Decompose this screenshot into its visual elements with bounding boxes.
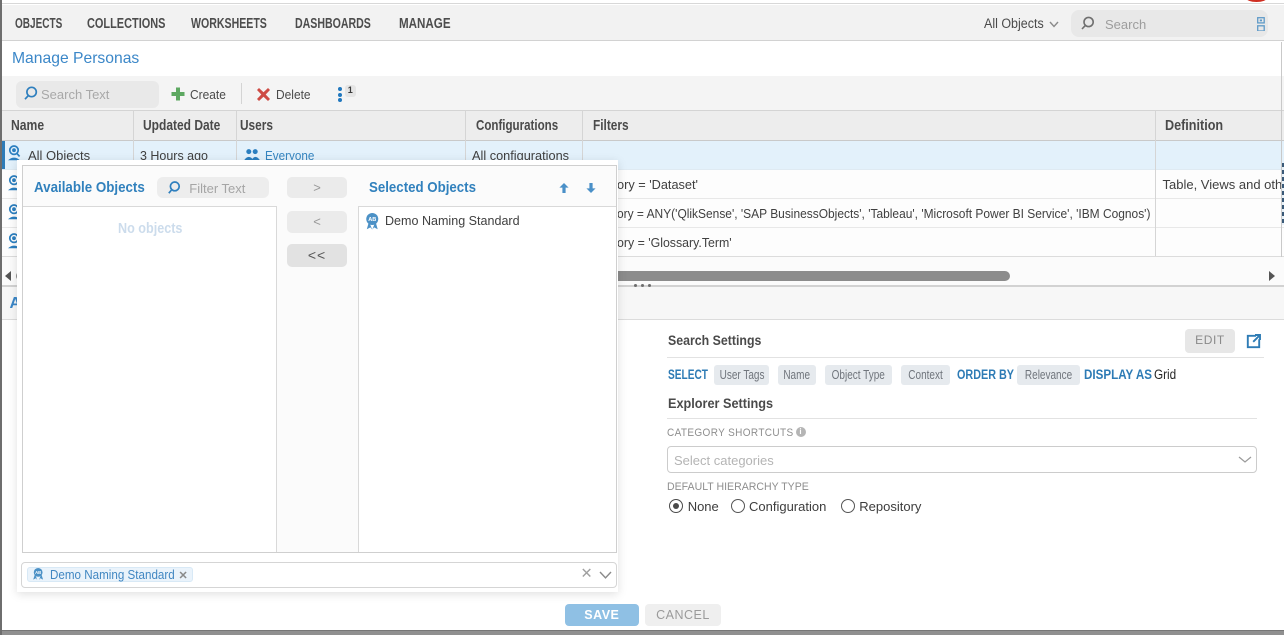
- svg-text:AB: AB: [35, 570, 41, 575]
- svg-text:AB: AB: [368, 217, 376, 223]
